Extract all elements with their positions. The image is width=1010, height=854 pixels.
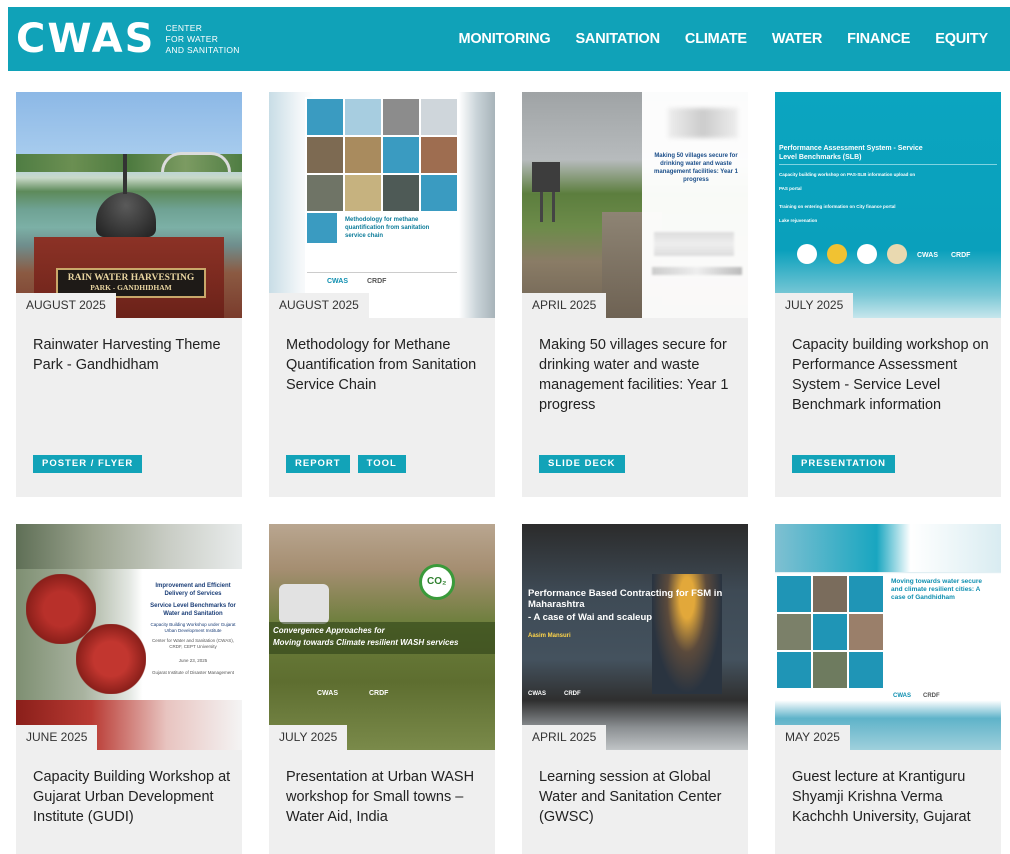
image-slide-title: Moving towards water secure and climate … [891, 578, 983, 601]
card-tags: REPORT TOOL [286, 455, 414, 473]
tag-tool[interactable]: TOOL [357, 455, 406, 473]
tag-presentation[interactable]: PRESENTATION [792, 455, 896, 473]
image-logo-cwas: CWAS [528, 691, 546, 697]
image-logo-cwas: CWAS [917, 252, 938, 259]
card-tags: POSTER / FLYER [33, 455, 150, 473]
card-title[interactable]: Methodology for Methane Quantification f… [286, 335, 486, 395]
image-slide-text: Aasim Mansuri [528, 633, 571, 639]
card-date: APRIL 2025 [522, 725, 607, 750]
publication-card[interactable]: CO₂ Convergence Approaches for Moving to… [269, 524, 495, 854]
image-logo-cwas: CWAS [327, 278, 348, 285]
card-thumbnail[interactable]: Performance Based Contracting for FSM in… [522, 524, 748, 750]
image-slide-title: Improvement and Efficient Delivery of Se… [155, 583, 231, 597]
card-date: JULY 2025 [775, 293, 854, 318]
image-slide-text: Service Level Benchmarks for Water and S… [150, 603, 236, 617]
publication-card[interactable]: Performance Assessment System - Service … [775, 92, 1001, 497]
publication-card[interactable]: RAIN WATER HARVESTING PARK - GANDHIDHAM … [16, 92, 242, 497]
image-slide-title: Convergence Approaches for [273, 626, 385, 635]
tag-slide-deck[interactable]: SLIDE DECK [539, 455, 625, 473]
card-date: JULY 2025 [269, 725, 348, 750]
logo-sub-line: AND SANITATION [165, 44, 240, 55]
image-logo-cwas: CWAS [893, 693, 911, 699]
image-logo-crdf: CRDF [923, 693, 940, 699]
logo-sub-line: CENTER [165, 22, 203, 33]
main-nav: MONITORING SANITATION CLIMATE WATER FINA… [458, 31, 988, 47]
logo-sub-line: FOR WATER [165, 33, 219, 44]
nav-finance[interactable]: FINANCE [847, 31, 910, 47]
card-thumbnail[interactable]: Methodology for methane quantification f… [269, 92, 495, 318]
image-slide-text: Gujarat Institute of Disaster Management [151, 670, 235, 675]
image-slide-text: Capacity building workshop on PAS-SLB in… [779, 172, 916, 177]
publication-card[interactable]: Improvement and Efficient Delivery of Se… [16, 524, 242, 854]
nav-equity[interactable]: EQUITY [935, 31, 988, 47]
publication-card[interactable]: Making 50 villages secure for drinking w… [522, 92, 748, 497]
card-thumbnail[interactable]: Performance Assessment System - Service … [775, 92, 1001, 318]
card-date: AUGUST 2025 [16, 293, 116, 318]
tag-report[interactable]: REPORT [286, 455, 350, 473]
image-slide-text: Training on entering information on City… [779, 204, 896, 209]
card-title[interactable]: Rainwater Harvesting Theme Park - Gandhi… [33, 335, 233, 375]
card-tags: SLIDE DECK [539, 455, 633, 473]
card-title[interactable]: Capacity Building Workshop at Gujarat Ur… [33, 767, 233, 827]
card-title[interactable]: Presentation at Urban WASH workshop for … [286, 767, 486, 827]
card-thumbnail[interactable]: CO₂ Convergence Approaches for Moving to… [269, 524, 495, 750]
nav-climate[interactable]: CLIMATE [685, 31, 747, 47]
card-thumbnail[interactable]: Improvement and Efficient Delivery of Se… [16, 524, 242, 750]
image-logo-cwas: CWAS [317, 690, 338, 697]
image-slide-text: Lake rejuvenation [779, 218, 818, 223]
image-slide-title: Moving towards Climate resilient WASH se… [273, 638, 459, 647]
logo-mark: CWAS [16, 16, 156, 62]
image-slide-text: Center for Water and Sanitation (CWAS), … [152, 638, 234, 649]
image-sign-text: PARK - GANDHIDHAM [90, 283, 172, 292]
card-title[interactable]: Capacity building workshop on Performanc… [792, 335, 992, 415]
nav-monitoring[interactable]: MONITORING [458, 31, 550, 47]
card-thumbnail[interactable]: RAIN WATER HARVESTING PARK - GANDHIDHAM [16, 92, 242, 318]
image-doc-title: Methodology for methane quantification f… [345, 217, 430, 239]
publication-card[interactable]: Methodology for methane quantification f… [269, 92, 495, 497]
image-slide-text: Capacity Building Workshop under Gujarat… [150, 622, 236, 633]
card-title[interactable]: Guest lecture at Krantiguru Shyamji Kris… [792, 767, 992, 827]
publication-card[interactable]: Performance Based Contracting for FSM in… [522, 524, 748, 854]
image-slide-text: PAS portal [779, 186, 802, 191]
nav-water[interactable]: WATER [772, 31, 822, 47]
card-date: APRIL 2025 [522, 293, 607, 318]
publication-card[interactable]: Moving towards water secure and climate … [775, 524, 1001, 854]
logo-subtitle: CENTER FOR WATER AND SANITATION [165, 23, 239, 56]
card-date: JUNE 2025 [16, 725, 98, 750]
image-sign-text: RAIN WATER HARVESTING [67, 273, 195, 283]
card-title[interactable]: Learning session at Global Water and San… [539, 767, 739, 827]
image-slide-title: Making 50 villages secure for drinking w… [654, 153, 738, 183]
cwas-logo[interactable]: CWAS CENTER FOR WATER AND SANITATION [16, 19, 240, 59]
image-slide-title: Performance Assessment System - Service … [779, 145, 923, 161]
nav-sanitation[interactable]: SANITATION [575, 31, 660, 47]
image-logo-crdf: CRDF [367, 278, 387, 285]
image-slide-text: June 23, 2025 [178, 658, 208, 663]
image-logo-crdf: CRDF [369, 690, 389, 697]
image-logo-crdf: CRDF [951, 252, 971, 259]
card-thumbnail[interactable]: Making 50 villages secure for drinking w… [522, 92, 748, 318]
site-header: CWAS CENTER FOR WATER AND SANITATION MON… [8, 7, 1010, 71]
image-slide-title: - A case of Wai and scaleup [528, 612, 653, 623]
card-title[interactable]: Making 50 villages secure for drinking w… [539, 335, 739, 415]
card-date: MAY 2025 [775, 725, 850, 750]
image-logo-crdf: CRDF [564, 691, 581, 697]
card-thumbnail[interactable]: Moving towards water secure and climate … [775, 524, 1001, 750]
card-tags: PRESENTATION [792, 455, 903, 473]
tag-poster-flyer[interactable]: POSTER / FLYER [33, 455, 143, 473]
image-slide-title: Performance Based Contracting for FSM in… [528, 588, 723, 610]
card-date: AUGUST 2025 [269, 293, 369, 318]
